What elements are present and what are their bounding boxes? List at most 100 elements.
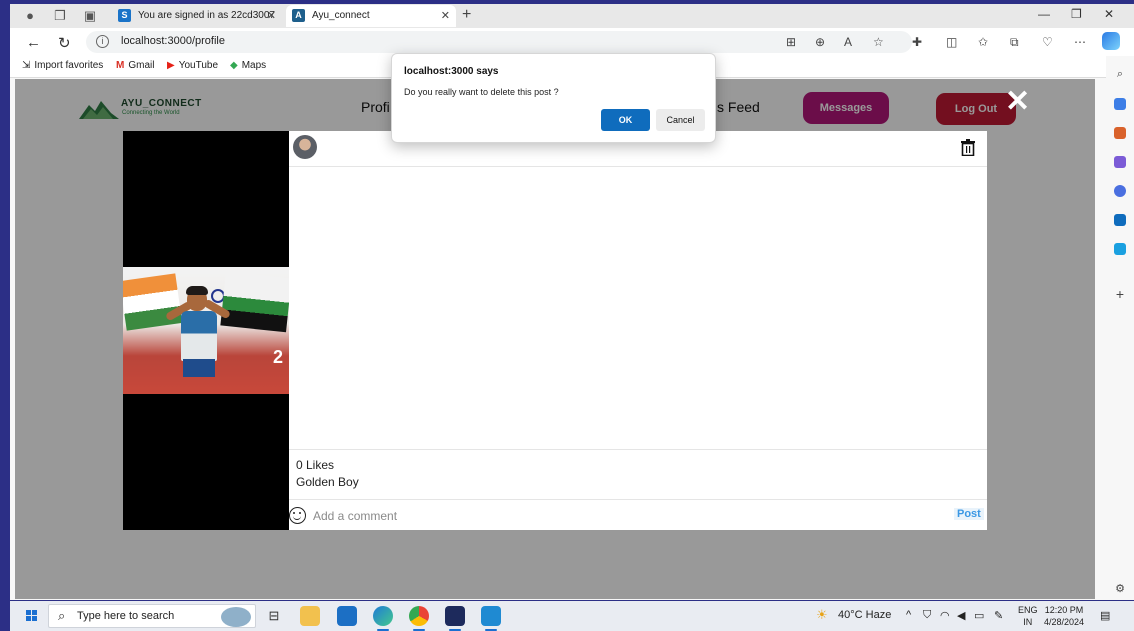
drop-icon[interactable] bbox=[1114, 243, 1126, 255]
bookmark-label: Maps bbox=[241, 60, 267, 71]
bookmark-import-favorites[interactable]: ⇲ Import favorites bbox=[22, 60, 103, 71]
flag-india-shape bbox=[123, 273, 183, 331]
maps-icon: ◆ bbox=[230, 60, 238, 71]
windows-taskbar: ⌕ Type here to search ⊟ ☀ 40°C Haze ^ ⛉ … bbox=[10, 601, 1134, 631]
flag-shape bbox=[220, 271, 289, 333]
tools-icon[interactable] bbox=[1114, 127, 1126, 139]
youtube-icon: ▶ bbox=[167, 60, 175, 71]
tab-actions-icon[interactable]: ▣ bbox=[82, 8, 98, 24]
language-code: ENG bbox=[1018, 605, 1038, 615]
clock-date: 4/28/2024 bbox=[1044, 617, 1085, 627]
post-caption: Golden Boy bbox=[296, 475, 359, 489]
language-indicator[interactable]: ENG IN bbox=[1018, 604, 1038, 628]
ok-button[interactable]: OK bbox=[601, 109, 650, 131]
notifications-icon[interactable]: ▤ bbox=[1100, 609, 1110, 622]
new-tab-icon[interactable]: + bbox=[462, 6, 471, 24]
profile-icon[interactable]: ● bbox=[22, 8, 38, 24]
shorts-shape bbox=[183, 359, 215, 377]
microsoft365-icon[interactable] bbox=[1114, 185, 1126, 197]
search-icon[interactable]: ⌕ bbox=[1114, 68, 1126, 80]
weather-text[interactable]: 40°C Haze bbox=[838, 609, 891, 621]
bookmark-label: Import favorites bbox=[34, 60, 104, 71]
tab-signed-in[interactable]: S You are signed in as 22cd3007 ✕ bbox=[112, 5, 282, 27]
address-row: ← ↻ i localhost:3000/profile ⊞ ⊕ A ☆ ✚ ◫… bbox=[10, 28, 1134, 56]
workspaces-icon[interactable]: ❐ bbox=[52, 8, 68, 24]
confirm-dialog: localhost:3000 says Do you really want t… bbox=[391, 53, 716, 143]
comment-row: Post bbox=[289, 499, 987, 530]
taskbar-search-placeholder: Type here to search bbox=[77, 610, 175, 622]
tab-label: You are signed in as 22cd3007 bbox=[138, 10, 275, 21]
refresh-icon[interactable]: ↻ bbox=[58, 34, 71, 52]
close-window-icon[interactable]: ✕ bbox=[1104, 7, 1114, 21]
task-view-icon[interactable]: ⊟ bbox=[264, 606, 284, 626]
post-media: 2 bbox=[123, 131, 289, 530]
games-icon[interactable] bbox=[1114, 156, 1126, 168]
settings-gear-icon[interactable]: ⚙ bbox=[1114, 583, 1126, 595]
tray-chevron-icon[interactable]: ^ bbox=[906, 609, 911, 621]
bookmark-gmail[interactable]: M Gmail bbox=[116, 60, 154, 71]
copilot-icon[interactable] bbox=[1102, 32, 1120, 50]
post-modal: 2 0 Likes Golden Boy Pos bbox=[123, 131, 987, 530]
defender-icon[interactable]: ⛉ bbox=[923, 609, 931, 622]
bookmark-youtube[interactable]: ▶ YouTube bbox=[167, 60, 218, 71]
wifi-icon[interactable]: ◠ bbox=[940, 609, 950, 622]
windows-start-icon[interactable] bbox=[26, 610, 38, 622]
clock-time: 12:20 PM bbox=[1044, 605, 1084, 615]
webstorm-icon[interactable] bbox=[445, 606, 465, 631]
trash-icon[interactable] bbox=[961, 139, 975, 156]
import-icon: ⇲ bbox=[22, 60, 31, 71]
app-available-icon[interactable]: ⊞ bbox=[786, 35, 796, 49]
dialog-message: Do you really want to delete this post ? bbox=[404, 87, 559, 97]
volume-icon[interactable]: ◀ bbox=[957, 609, 965, 622]
photo-bib-number: 2 bbox=[273, 347, 284, 367]
tab-favicon: A bbox=[292, 9, 305, 22]
avatar[interactable] bbox=[293, 135, 317, 159]
likes-count: 0 Likes bbox=[296, 458, 335, 472]
add-sidebar-icon[interactable]: + bbox=[1114, 287, 1126, 301]
favorite-star-icon[interactable]: ☆ bbox=[873, 35, 884, 49]
comment-input[interactable] bbox=[313, 506, 913, 526]
post-comment-button[interactable]: Post bbox=[954, 508, 984, 520]
shopping-icon[interactable] bbox=[1114, 98, 1126, 110]
shirt-shape bbox=[181, 311, 217, 361]
extensions-icon[interactable]: ✚ bbox=[912, 35, 922, 49]
edge-icon[interactable] bbox=[373, 606, 393, 631]
post-detail: 0 Likes Golden Boy Post bbox=[289, 131, 987, 530]
site-info-icon[interactable]: i bbox=[96, 35, 109, 48]
bookmark-label: YouTube bbox=[178, 60, 218, 71]
bookmark-maps[interactable]: ◆ Maps bbox=[230, 60, 266, 71]
zoom-icon[interactable]: ⊕ bbox=[815, 35, 825, 49]
chrome-icon[interactable] bbox=[409, 606, 429, 631]
close-modal-icon[interactable]: ✕ bbox=[1005, 87, 1030, 117]
outlook-icon[interactable] bbox=[1114, 214, 1126, 226]
battery-icon[interactable]: ▭ bbox=[974, 609, 984, 622]
read-aloud-icon[interactable]: A bbox=[844, 35, 852, 49]
vscode-icon[interactable] bbox=[481, 606, 501, 631]
bookmark-label: Gmail bbox=[128, 60, 155, 71]
file-explorer-icon[interactable] bbox=[300, 606, 320, 626]
collections-icon[interactable]: ⧉ bbox=[1010, 35, 1019, 50]
weather-icon: ☀ bbox=[816, 607, 828, 622]
tab-bar: ● ❐ ▣ S You are signed in as 22cd3007 ✕ … bbox=[10, 4, 1134, 28]
clock[interactable]: 12:20 PM 4/28/2024 bbox=[1044, 604, 1084, 628]
tab-ayu-connect[interactable]: A Ayu_connect ✕ bbox=[286, 5, 456, 27]
pen-icon[interactable]: ✎ bbox=[994, 609, 1003, 622]
emoji-icon[interactable] bbox=[289, 507, 306, 524]
edge-sidebar: ⌕ + ⚙ bbox=[1106, 56, 1134, 600]
taskbar-search[interactable]: ⌕ Type here to search bbox=[48, 604, 256, 628]
page-viewport: AYU_CONNECT Connecting the World Profi s… bbox=[15, 79, 1095, 599]
split-screen-icon[interactable]: ◫ bbox=[946, 35, 957, 49]
favorites-icon[interactable]: ✩ bbox=[978, 35, 988, 49]
address-url[interactable]: localhost:3000/profile bbox=[121, 35, 225, 47]
cancel-button[interactable]: Cancel bbox=[656, 109, 705, 131]
mail-icon[interactable] bbox=[337, 606, 357, 626]
back-icon[interactable]: ← bbox=[26, 34, 41, 51]
close-tab-icon[interactable]: ✕ bbox=[267, 5, 276, 27]
more-icon[interactable]: ⋯ bbox=[1074, 35, 1086, 49]
hair-shape bbox=[186, 286, 208, 295]
minimize-icon[interactable]: — bbox=[1038, 7, 1050, 21]
tab-label: Ayu_connect bbox=[312, 10, 370, 21]
close-tab-icon[interactable]: ✕ bbox=[441, 5, 450, 27]
restore-icon[interactable]: ❐ bbox=[1071, 7, 1082, 21]
performance-icon[interactable]: ♡ bbox=[1042, 35, 1053, 49]
